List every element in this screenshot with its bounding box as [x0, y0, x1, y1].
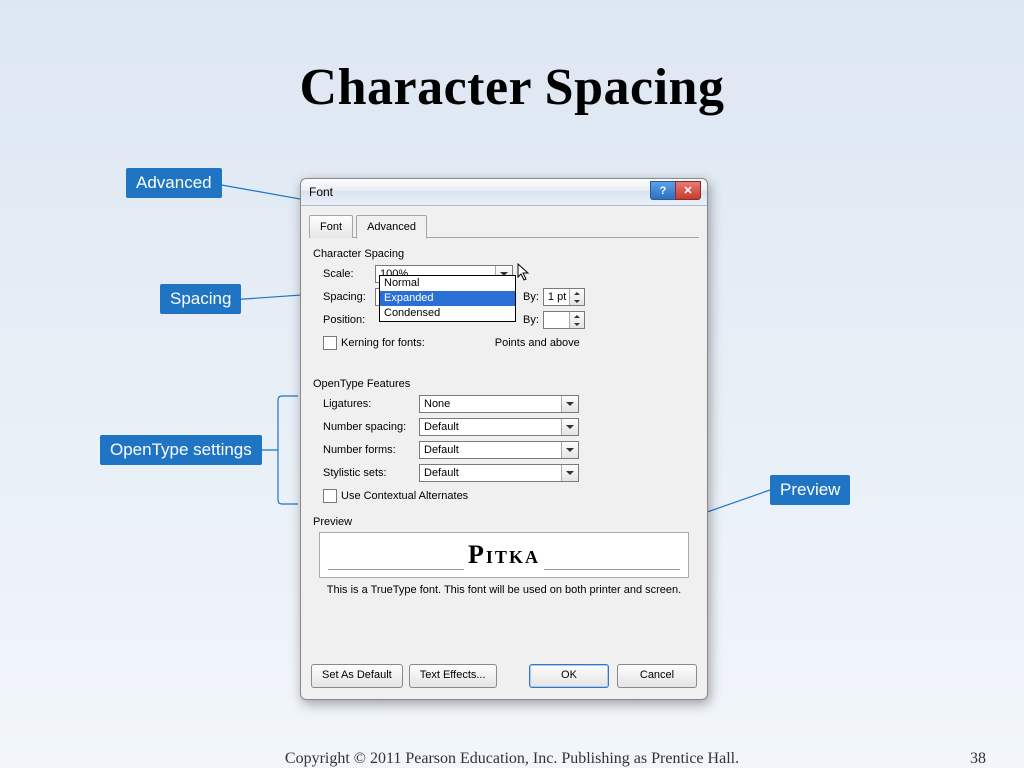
tab-font[interactable]: Font [309, 215, 353, 238]
spacing-by-value: 1 pt [548, 291, 566, 303]
ligatures-value: None [424, 396, 450, 412]
stylistic-sets-value: Default [424, 465, 459, 481]
stylistic-sets-label: Stylistic sets: [323, 467, 419, 479]
spacing-option-expanded[interactable]: Expanded [380, 291, 515, 306]
spin-up-icon[interactable] [574, 312, 580, 320]
preview-box: Pitka [319, 532, 689, 578]
dialog-button-bar: Set As Default Text Effects... OK Cancel [301, 663, 707, 689]
set-as-default-button[interactable]: Set As Default [311, 664, 403, 688]
kerning-checkbox[interactable] [323, 336, 337, 350]
spin-down-icon[interactable] [574, 297, 580, 305]
number-forms-label: Number forms: [323, 444, 419, 456]
kerning-label: Kerning for fonts: [341, 337, 425, 349]
scale-label: Scale: [323, 268, 375, 280]
ligatures-label: Ligatures: [323, 398, 419, 410]
dropdown-arrow-icon[interactable] [561, 442, 578, 458]
dialog-titlebar[interactable]: Font ? ✕ [301, 179, 707, 206]
spacing-dropdown-list[interactable]: Normal Expanded Condensed [379, 275, 516, 322]
position-by-label: By: [523, 314, 539, 326]
number-forms-combo[interactable]: Default [419, 441, 579, 459]
contextual-alternates-checkbox[interactable] [323, 489, 337, 503]
preview-heading: Preview [313, 516, 707, 528]
opentype-heading: OpenType Features [313, 378, 707, 390]
callout-advanced: Advanced [126, 168, 222, 198]
preview-note: This is a TrueType font. This font will … [301, 584, 707, 596]
number-forms-value: Default [424, 442, 459, 458]
contextual-alternates-label: Use Contextual Alternates [341, 490, 468, 502]
font-dialog: Font ? ✕ Font Advanced Character Spacing… [300, 178, 708, 700]
spacing-option-normal[interactable]: Normal [380, 276, 515, 291]
help-button[interactable]: ? [650, 181, 675, 200]
callout-preview: Preview [770, 475, 850, 505]
cancel-button[interactable]: Cancel [617, 664, 697, 688]
spacing-option-condensed[interactable]: Condensed [380, 306, 515, 321]
dropdown-arrow-icon[interactable] [561, 396, 578, 412]
ligatures-combo[interactable]: None [419, 395, 579, 413]
number-spacing-value: Default [424, 419, 459, 435]
number-spacing-combo[interactable]: Default [419, 418, 579, 436]
tab-advanced[interactable]: Advanced [356, 215, 427, 239]
preview-sample-text: Pitka [464, 540, 544, 570]
callout-opentype: OpenType settings [100, 435, 262, 465]
spacing-by-spinner[interactable]: 1 pt [543, 288, 585, 306]
position-label: Position: [323, 314, 375, 326]
stylistic-sets-combo[interactable]: Default [419, 464, 579, 482]
close-button[interactable]: ✕ [675, 181, 701, 200]
spacing-by-label: By: [523, 291, 539, 303]
text-effects-button[interactable]: Text Effects... [409, 664, 497, 688]
spin-up-icon[interactable] [574, 289, 580, 297]
slide-title: Character Spacing [0, 58, 1024, 117]
footer-copyright: Copyright © 2011 Pearson Education, Inc.… [285, 750, 739, 768]
dialog-title: Font [309, 185, 333, 199]
number-spacing-label: Number spacing: [323, 421, 419, 433]
callout-spacing: Spacing [160, 284, 241, 314]
dropdown-arrow-icon[interactable] [561, 419, 578, 435]
points-above-label: Points and above [495, 337, 580, 349]
position-by-spinner[interactable] [543, 311, 585, 329]
spin-down-icon[interactable] [574, 320, 580, 328]
spacing-label: Spacing: [323, 291, 375, 303]
dropdown-arrow-icon[interactable] [561, 465, 578, 481]
footer-page-number: 38 [970, 750, 986, 768]
character-spacing-heading: Character Spacing [313, 248, 707, 260]
tab-strip: Font Advanced [309, 214, 699, 238]
ok-button[interactable]: OK [529, 664, 609, 688]
